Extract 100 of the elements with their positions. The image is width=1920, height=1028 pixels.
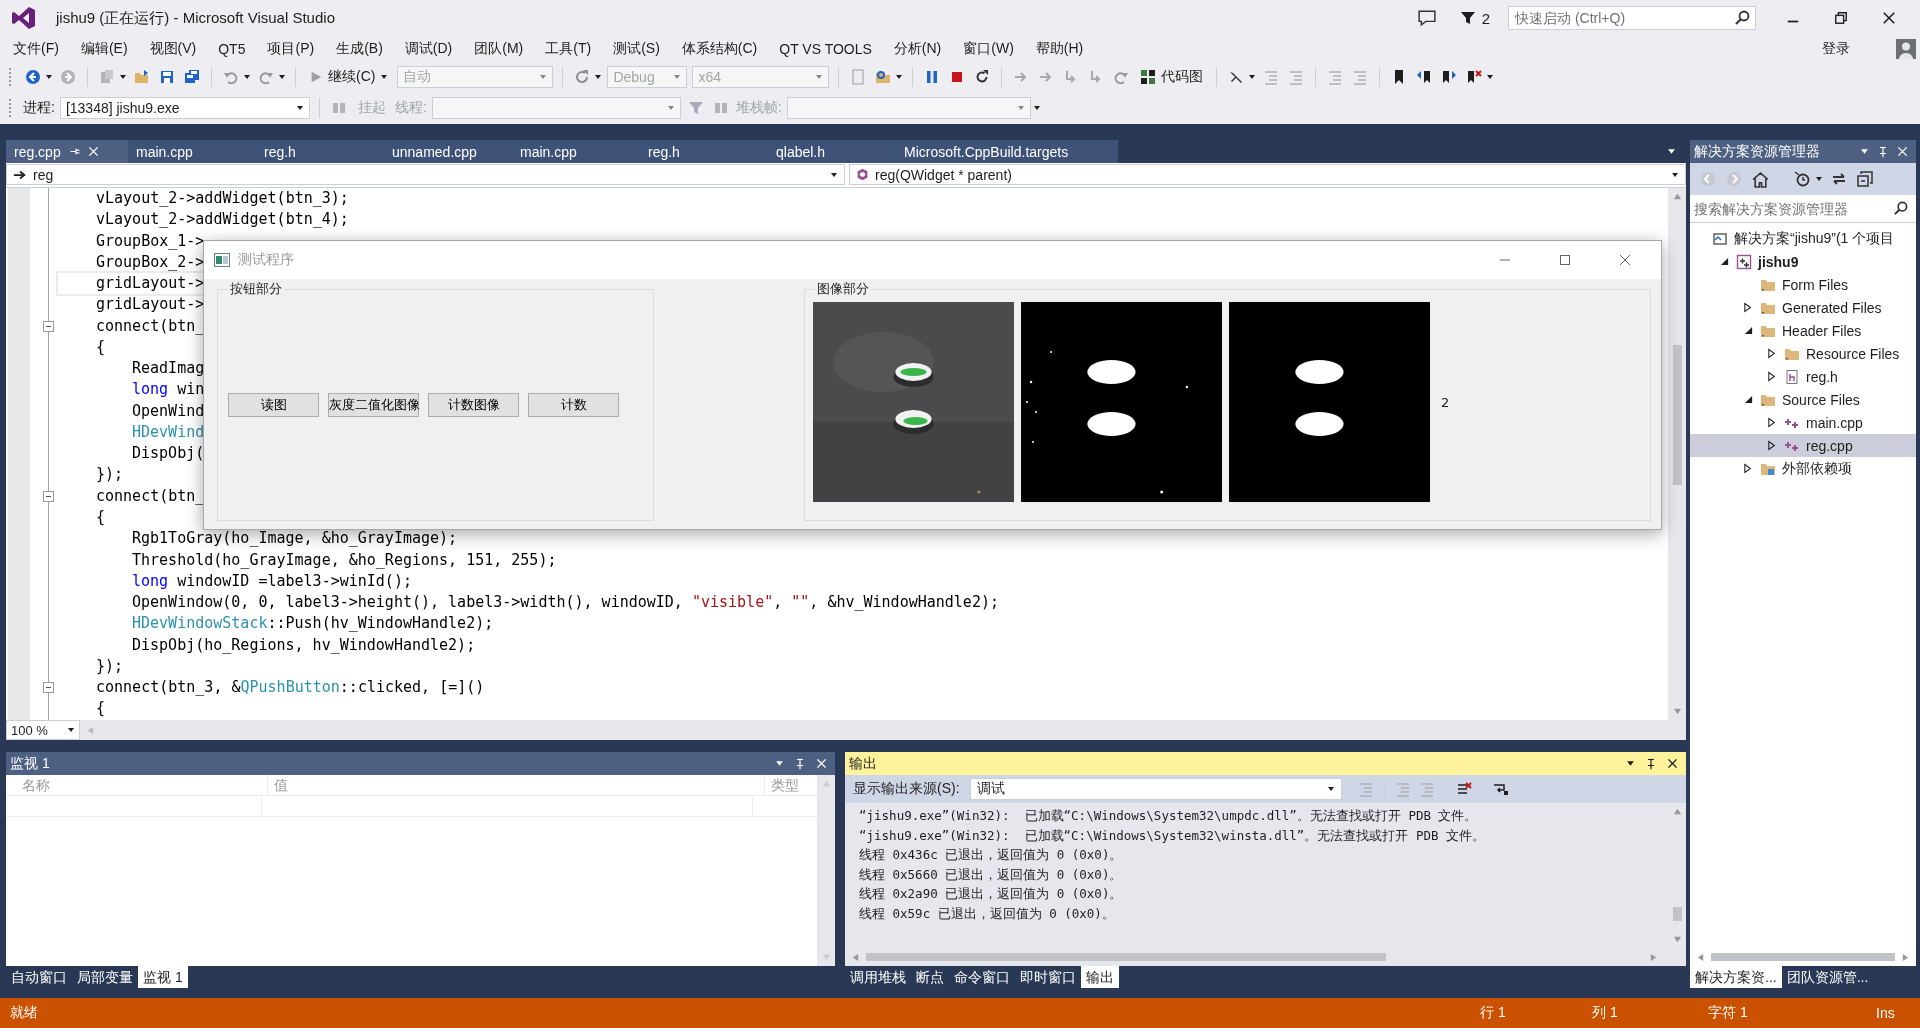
menu-item[interactable]: 体系结构(C) [674, 40, 765, 58]
avatar-icon[interactable] [1896, 39, 1916, 59]
scroll-thumb[interactable] [1711, 953, 1895, 961]
member-combo[interactable]: reg(QWidget * parent) [849, 164, 1686, 185]
scroll-right-icon[interactable] [1901, 952, 1910, 962]
bookmark-clear-icon[interactable] [1466, 69, 1483, 85]
caret-icon[interactable] [1626, 759, 1635, 768]
tree-item[interactable]: Form Files [1690, 273, 1916, 296]
scope-combo[interactable]: reg [6, 164, 845, 185]
word-wrap-icon[interactable] [1492, 781, 1509, 797]
code-map-button[interactable]: 代码图 [1136, 66, 1208, 88]
panel-tab[interactable]: 团队资源管... [1781, 966, 1874, 988]
document-tab[interactable]: qlabel.h [768, 140, 896, 163]
clear-all-icon[interactable] [1455, 781, 1472, 797]
expanded-arrow-icon[interactable] [1743, 395, 1753, 404]
restart-icon[interactable] [974, 69, 991, 85]
panel-tab[interactable]: 监视 1 [138, 966, 188, 988]
document-tab[interactable]: reg.h [256, 140, 384, 163]
menu-item[interactable]: 文件(F) [6, 40, 66, 58]
scroll-thumb[interactable] [866, 953, 1386, 961]
tree-item[interactable]: 外部依赖项 [1690, 457, 1916, 480]
caret-icon[interactable] [45, 73, 53, 81]
tree-item[interactable]: main.cpp [1690, 411, 1916, 434]
caret-icon[interactable] [1815, 175, 1823, 183]
panel-tab[interactable]: 自动窗口 [6, 966, 72, 988]
document-tab[interactable]: unnamed.cpp [384, 140, 512, 163]
menu-item[interactable]: 工具(T) [538, 40, 599, 58]
back-icon[interactable] [25, 69, 41, 85]
scroll-thumb[interactable] [1672, 907, 1682, 921]
panel-tab[interactable]: 调用堆栈 [845, 966, 911, 988]
bookmark-next-icon[interactable] [1441, 69, 1458, 85]
tab-list-icon[interactable] [1667, 147, 1676, 156]
pin-icon[interactable] [68, 146, 80, 157]
panel-tab[interactable]: 断点 [911, 966, 949, 988]
push-button[interactable]: 灰度二值化图像 [328, 393, 419, 417]
menu-item[interactable]: 生成(B) [329, 40, 390, 58]
quick-launch-field[interactable]: 快速启动 (Ctrl+Q) [1508, 6, 1756, 30]
push-button[interactable]: 计数 [528, 393, 619, 417]
bookmark-previous-icon[interactable] [1416, 69, 1433, 85]
pin-icon[interactable] [794, 757, 806, 770]
menu-item[interactable]: 测试(S) [606, 40, 667, 58]
collapsed-arrow-icon[interactable] [1768, 371, 1776, 382]
maximize-icon[interactable] [1559, 254, 1571, 266]
tree-item[interactable]: 解决方案“jishu9”(1 个项目 [1690, 227, 1916, 250]
caret-icon[interactable] [119, 73, 127, 81]
document-tab[interactable]: main.cpp [128, 140, 256, 163]
panel-tab[interactable]: 即时窗口 [1015, 966, 1081, 988]
restore-icon[interactable] [1834, 11, 1848, 25]
sync-icon[interactable] [1831, 171, 1847, 187]
horizontal-scrollbar[interactable] [845, 948, 1686, 966]
caret-icon[interactable] [278, 73, 286, 81]
continue-button[interactable]: 继续(C) [305, 66, 393, 88]
menu-item[interactable]: 帮助(H) [1028, 40, 1091, 58]
tree-item[interactable]: jishu9 [1690, 250, 1916, 273]
menu-item[interactable]: 分析(N) [886, 40, 949, 58]
caret-icon[interactable] [1248, 73, 1257, 81]
scroll-left-icon[interactable] [1696, 952, 1705, 962]
caret-icon[interactable] [1860, 147, 1869, 156]
history-icon[interactable] [1794, 171, 1810, 187]
menu-item[interactable]: 视图(V) [142, 40, 204, 58]
pin-icon[interactable] [1645, 757, 1657, 770]
close-icon[interactable] [1667, 758, 1678, 769]
panel-tab[interactable]: 解决方案资... [1690, 966, 1782, 988]
menu-item[interactable]: QT VS TOOLS [772, 41, 879, 57]
panel-tab[interactable]: 命令窗口 [949, 966, 1015, 988]
panel-tab[interactable]: 输出 [1081, 966, 1119, 988]
document-tab[interactable]: main.cpp [512, 140, 640, 163]
caret-icon[interactable] [895, 73, 904, 81]
document-tab[interactable]: reg.h [640, 140, 768, 163]
pin-icon[interactable] [1877, 145, 1889, 158]
save-icon[interactable] [159, 69, 175, 85]
push-button[interactable]: 计数图像 [428, 393, 519, 417]
close-icon[interactable] [1882, 11, 1896, 25]
collapsed-arrow-icon[interactable] [1768, 440, 1776, 451]
save-all-icon[interactable] [184, 69, 200, 85]
vertical-scrollbar[interactable] [1668, 188, 1686, 720]
menu-item[interactable]: 编辑(E) [73, 40, 135, 58]
menu-item[interactable]: 团队(M) [467, 40, 531, 58]
panel-tab[interactable]: 局部变量 [72, 966, 138, 988]
tree-item[interactable]: Header Files [1690, 319, 1916, 342]
collapse-icon[interactable] [43, 682, 54, 694]
menu-item[interactable]: 窗口(W) [956, 40, 1021, 58]
tree-item[interactable]: reg.h [1690, 365, 1916, 388]
zoom-combo[interactable]: 100 % [6, 720, 80, 740]
caret-icon[interactable] [243, 73, 251, 81]
collapsed-arrow-icon[interactable] [1744, 463, 1752, 474]
caret-icon[interactable] [594, 73, 603, 81]
expanded-arrow-icon[interactable] [1719, 257, 1729, 266]
tree-item[interactable]: Source Files [1690, 388, 1916, 411]
tree-item[interactable]: Resource Files [1690, 342, 1916, 365]
tree-item[interactable]: reg.cpp [1690, 434, 1916, 457]
tree-item[interactable]: Generated Files [1690, 296, 1916, 319]
document-tab[interactable]: reg.cpp [6, 140, 128, 163]
push-button[interactable]: 读图 [228, 393, 319, 417]
collapsed-arrow-icon[interactable] [1744, 302, 1752, 313]
scroll-thumb[interactable] [1672, 345, 1682, 485]
sign-in-link[interactable]: 登录 [1822, 40, 1850, 58]
expanded-arrow-icon[interactable] [1743, 326, 1753, 335]
home-icon[interactable] [1752, 170, 1769, 188]
collapsed-arrow-icon[interactable] [1768, 348, 1776, 359]
